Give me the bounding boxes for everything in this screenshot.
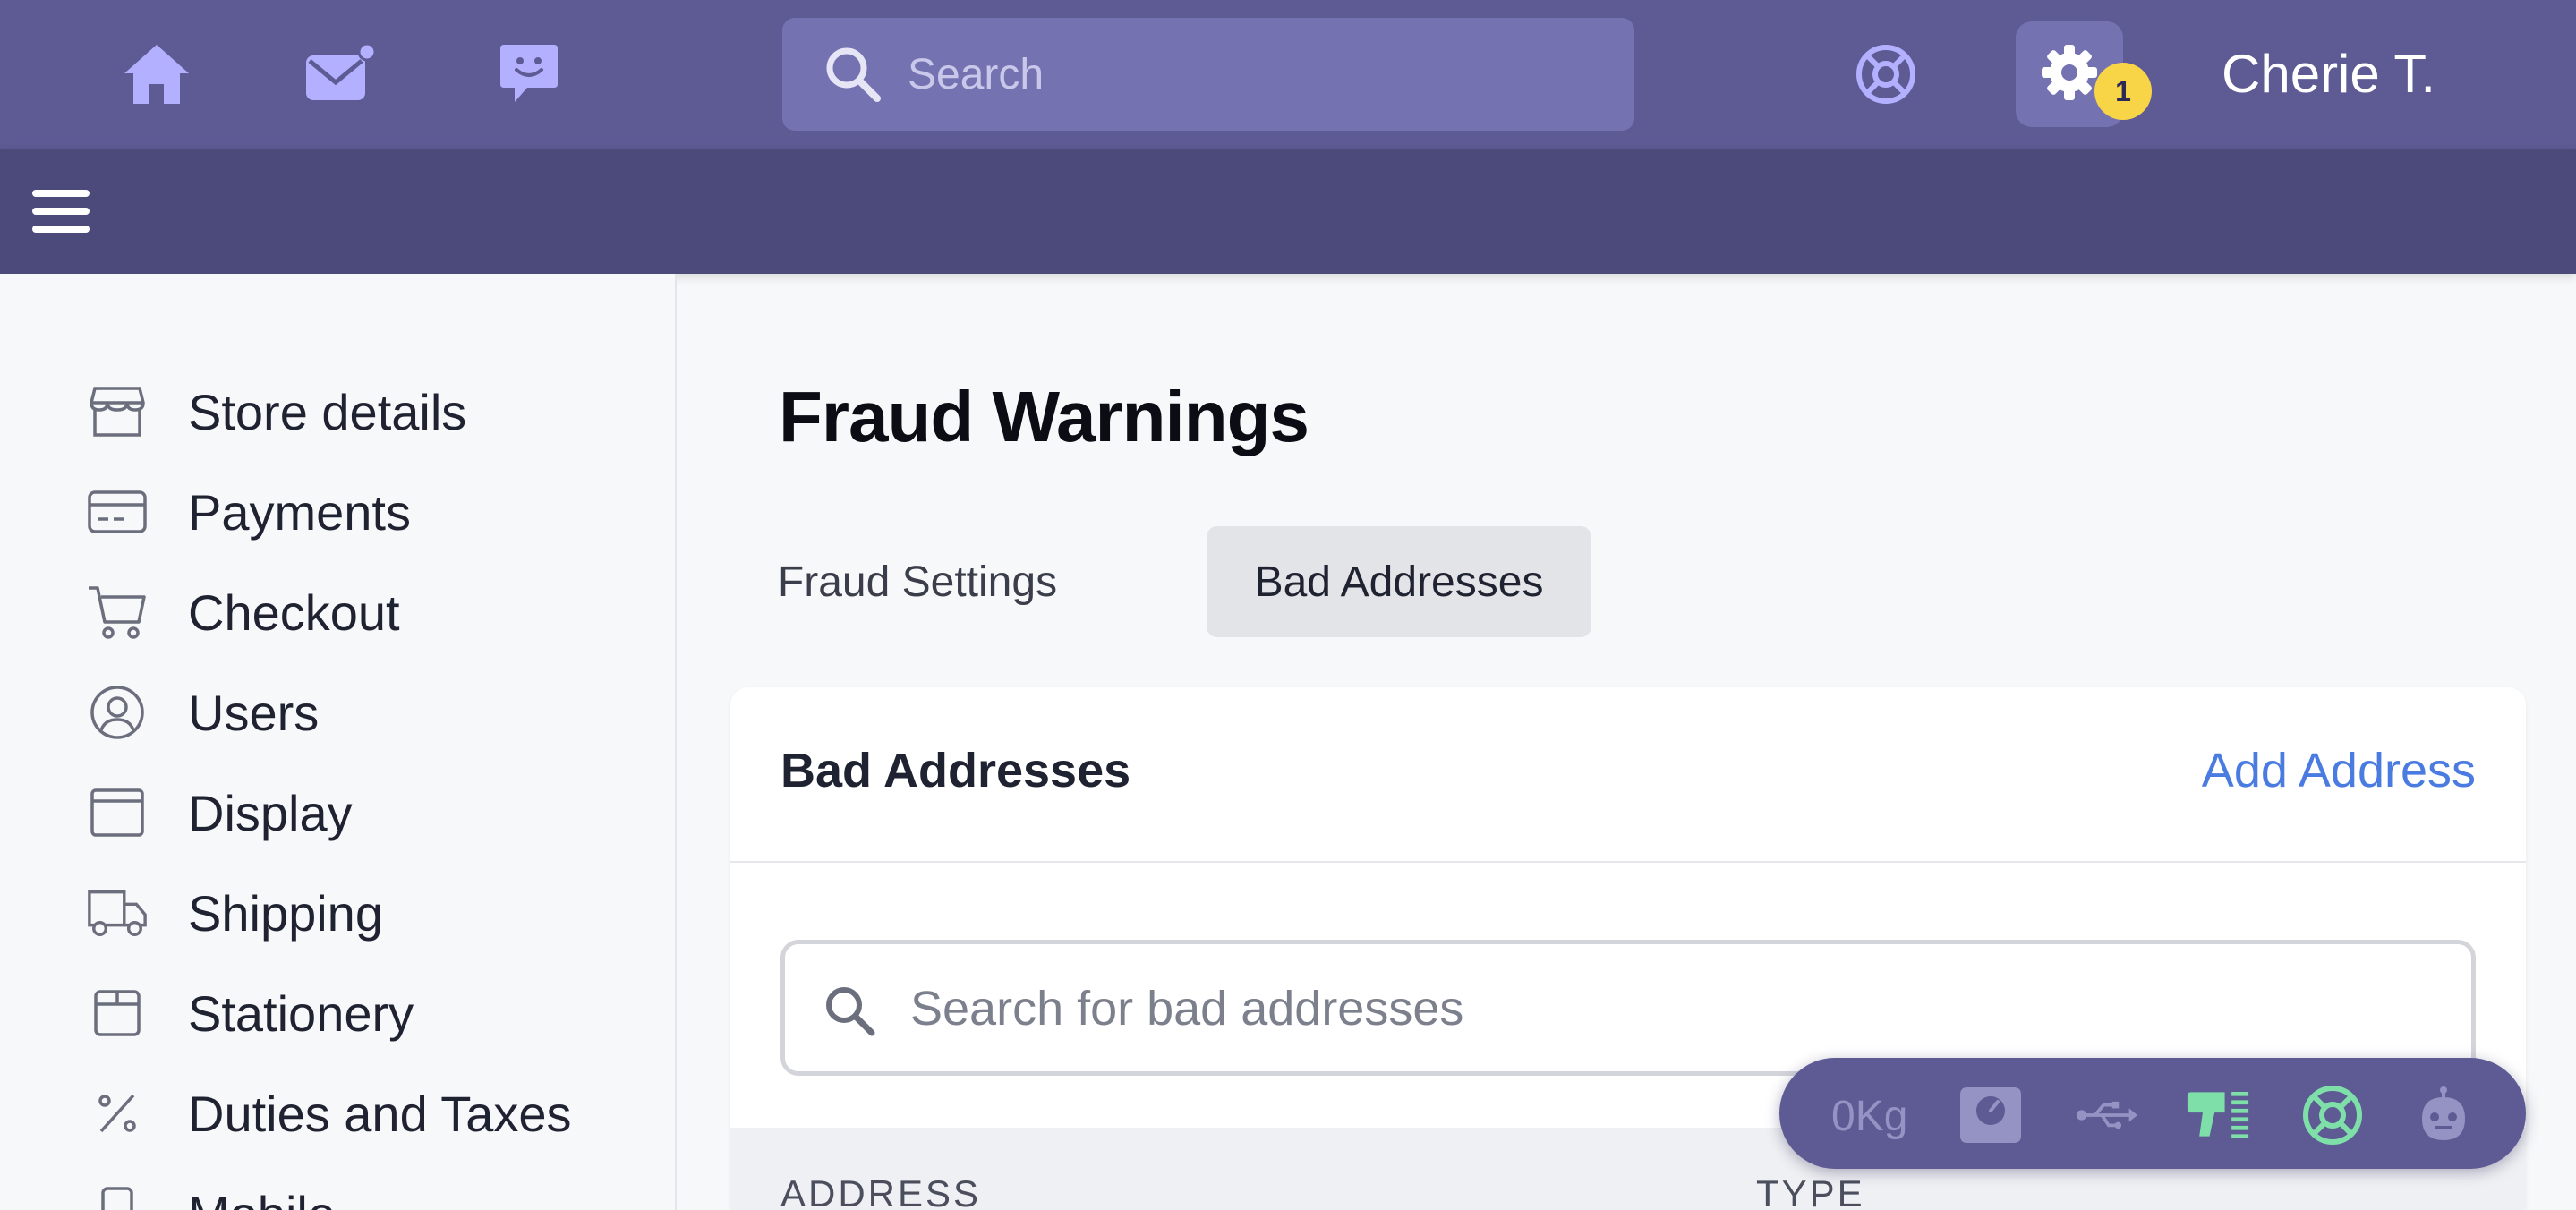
column-header-address[interactable]: ADDRESS [780,1172,981,1210]
top-navbar: 1 Cherie T. [0,0,2576,149]
box-icon [86,982,149,1044]
robot-icon[interactable] [2411,1083,2476,1147]
settings-sidebar: Store details Payments Checkout Users Di… [0,274,677,1210]
help-icon[interactable] [1846,34,1926,115]
sidebar-item-label: Payments [188,483,411,541]
usb-icon[interactable] [2075,1083,2139,1147]
sidebar-item-label: Stationery [188,984,414,1042]
menu-icon[interactable] [32,184,90,238]
sidebar-item-mobile[interactable]: Mobile [86,1178,659,1210]
tab-fraud-settings[interactable]: Fraud Settings [748,526,1087,637]
sidebar-item-label: Users [188,684,320,741]
divider [730,861,2526,863]
store-icon [86,380,149,443]
user-menu[interactable]: Cherie T. [2222,43,2435,106]
sidebar-item-duties-and-taxes[interactable]: Duties and Taxes [86,1078,659,1149]
tab-bad-addresses[interactable]: Bad Addresses [1207,526,1591,637]
phone-icon [86,1182,149,1210]
sidebar-item-label: Shipping [188,884,383,942]
sidebar-item-store-details[interactable]: Store details [86,376,659,447]
sidebar-item-label: Mobile [188,1185,336,1210]
sidebar-item-label: Checkout [188,584,400,641]
card-title: Bad Addresses [780,744,1131,797]
home-icon[interactable] [116,34,197,115]
chat-icon[interactable] [489,34,569,115]
search-icon [823,984,876,1042]
sub-navbar [0,149,2576,274]
sidebar-item-users[interactable]: Users [86,677,659,748]
card-icon [86,481,149,543]
bad-address-search-input[interactable] [910,975,2432,1043]
global-search[interactable] [782,18,1634,131]
sidebar-item-display[interactable]: Display [86,777,659,848]
user-icon [86,681,149,744]
scale-weight-readout: 0Kg [1831,1093,1908,1140]
truck-icon [86,882,149,944]
sidebar-item-checkout[interactable]: Checkout [86,576,659,648]
bad-address-search[interactable] [780,940,2476,1076]
window-icon [86,781,149,844]
sidebar-item-payments[interactable]: Payments [86,476,659,548]
help-icon[interactable] [2300,1083,2365,1147]
search-icon [823,45,883,108]
sidebar-item-label: Display [188,784,353,841]
sidebar-item-label: Store details [188,383,467,440]
mail-icon[interactable] [301,34,381,115]
add-address-button[interactable]: Add Address [2202,743,2476,798]
floating-device-toolbar: 0Kg [1779,1058,2526,1169]
column-header-type[interactable]: TYPE [1756,1172,1865,1210]
sidebar-item-shipping[interactable]: Shipping [86,877,659,949]
percent-icon [86,1082,149,1145]
cart-icon [86,581,149,643]
global-search-input[interactable] [908,43,1588,106]
notification-badge: 1 [2094,63,2152,120]
scale-icon[interactable] [1958,1083,2023,1147]
scanner-icon[interactable] [2186,1083,2250,1147]
sidebar-item-label: Duties and Taxes [188,1085,572,1142]
gear-icon [2038,41,2101,108]
page-title: Fraud Warnings [779,377,1309,456]
sidebar-item-stationery[interactable]: Stationery [86,977,659,1049]
